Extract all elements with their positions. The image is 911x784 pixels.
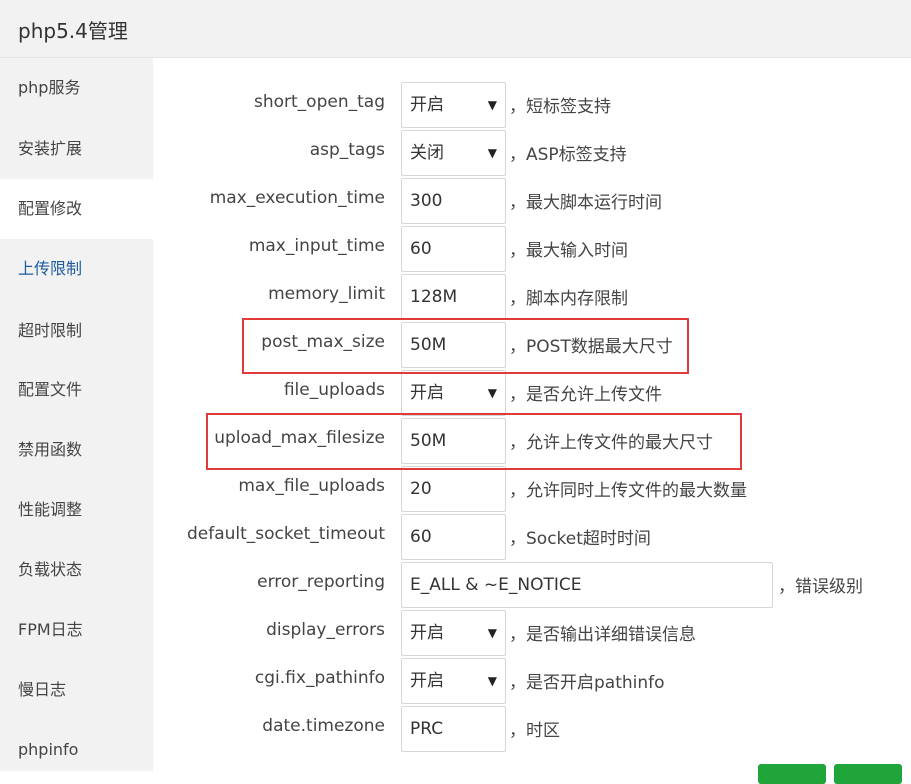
setting-row-date-timezone: date.timezone PRC ，时区 (153, 706, 911, 754)
sidebar-item-php-service[interactable]: php服务 (0, 58, 153, 118)
file-uploads-select[interactable]: 开启 ▼ (401, 370, 506, 416)
default-socket-timeout-input[interactable]: 60 (401, 514, 506, 560)
setting-label: error_reporting (257, 572, 385, 592)
chevron-down-icon: ▼ (487, 626, 497, 640)
sidebar-item-performance[interactable]: 性能调整 (0, 480, 153, 540)
setting-row-max-file-uploads: max_file_uploads 20 ，允许同时上传文件的最大数量 (153, 466, 911, 514)
setting-description: ，允许上传文件的最大尺寸 (509, 433, 713, 453)
setting-row-upload-max-filesize: upload_max_filesize 50M ，允许上传文件的最大尺寸 (153, 418, 911, 466)
sidebar-item-disabled-functions[interactable]: 禁用函数 (0, 420, 153, 480)
setting-description: ，是否输出详细错误信息 (509, 625, 696, 645)
sidebar-item-label: 配置修改 (18, 199, 83, 218)
select-value: 开启 (410, 671, 444, 691)
post-max-size-input[interactable]: 50M (401, 322, 506, 368)
cgi-fix-pathinfo-select[interactable]: 开启 ▼ (401, 658, 506, 704)
setting-description: ，Socket超时时间 (509, 529, 651, 549)
save-button[interactable] (758, 764, 826, 784)
window-header: php5.4管理 (0, 0, 911, 58)
sidebar-item-label: 安装扩展 (18, 139, 83, 158)
select-value: 开启 (410, 383, 444, 403)
setting-description: ，短标签支持 (509, 97, 611, 117)
setting-row-memory-limit: memory_limit 128M ，脚本内存限制 (153, 274, 911, 322)
sidebar-item-label: FPM日志 (18, 620, 83, 639)
sidebar-item-label: 配置文件 (18, 380, 83, 399)
setting-description: ，最大脚本运行时间 (509, 193, 662, 213)
setting-description: ，POST数据最大尺寸 (509, 337, 673, 357)
setting-row-short-open-tag: short_open_tag 开启 ▼ ，短标签支持 (153, 82, 911, 130)
setting-label: post_max_size (261, 332, 385, 352)
setting-label: date.timezone (262, 716, 385, 736)
action-button[interactable] (834, 764, 902, 784)
sidebar-item-config-file[interactable]: 配置文件 (0, 360, 153, 420)
setting-label: cgi.fix_pathinfo (254, 668, 385, 688)
window-title: php5.4管理 (18, 19, 128, 43)
setting-label: short_open_tag (254, 92, 385, 112)
chevron-down-icon: ▼ (487, 386, 497, 400)
sidebar-nav: php服务 安装扩展 配置修改 上传限制 超时限制 配置文件 禁用函数 性能调整… (0, 58, 153, 771)
memory-limit-input[interactable]: 128M (401, 274, 506, 320)
chevron-down-icon: ▼ (487, 674, 497, 688)
upload-max-filesize-input[interactable]: 50M (401, 418, 506, 464)
max-execution-time-input[interactable]: 300 (401, 178, 506, 224)
sidebar-item-label: 性能调整 (18, 500, 83, 519)
setting-row-post-max-size: post_max_size 50M ，POST数据最大尺寸 (153, 322, 911, 370)
sidebar-item-upload-limit[interactable]: 上传限制 (0, 239, 153, 299)
sidebar-item-label: php服务 (18, 78, 81, 97)
max-input-time-input[interactable]: 60 (401, 226, 506, 272)
select-value: 关闭 (410, 143, 444, 163)
asp-tags-select[interactable]: 关闭 ▼ (401, 130, 506, 176)
sidebar-item-slow-log[interactable]: 慢日志 (0, 660, 153, 720)
setting-description: ，允许同时上传文件的最大数量 (509, 481, 747, 501)
chevron-down-icon: ▼ (487, 146, 497, 160)
max-file-uploads-input[interactable]: 20 (401, 466, 506, 512)
setting-label: memory_limit (268, 284, 385, 304)
sidebar-item-load-status[interactable]: 负载状态 (0, 540, 153, 600)
setting-row-file-uploads: file_uploads 开启 ▼ ，是否允许上传文件 (153, 370, 911, 418)
short-open-tag-select[interactable]: 开启 ▼ (401, 82, 506, 128)
setting-row-error-reporting: error_reporting E_ALL & ~E_NOTICE ，错误级别 (153, 562, 911, 610)
setting-row-asp-tags: asp_tags 关闭 ▼ ，ASP标签支持 (153, 130, 911, 178)
sidebar-item-label: 超时限制 (18, 321, 83, 340)
sidebar-item-config-edit[interactable]: 配置修改 (0, 179, 153, 239)
chevron-down-icon: ▼ (487, 98, 497, 112)
setting-row-cgi-fix-pathinfo: cgi.fix_pathinfo 开启 ▼ ，是否开启pathinfo (153, 658, 911, 706)
setting-label: max_input_time (248, 236, 385, 256)
sidebar-item-phpinfo[interactable]: phpinfo (0, 720, 153, 780)
config-form: short_open_tag 开启 ▼ ，短标签支持 asp_tags 关闭 ▼… (153, 58, 911, 771)
setting-row-max-execution-time: max_execution_time 300 ，最大脚本运行时间 (153, 178, 911, 226)
setting-description: ，ASP标签支持 (509, 145, 627, 165)
setting-label: upload_max_filesize (214, 428, 385, 448)
setting-label: max_file_uploads (238, 476, 385, 496)
sidebar-item-install-extensions[interactable]: 安装扩展 (0, 119, 153, 179)
setting-description: ，时区 (509, 721, 560, 741)
setting-description: ，最大输入时间 (509, 241, 628, 261)
setting-label: display_errors (266, 620, 385, 640)
setting-row-max-input-time: max_input_time 60 ，最大输入时间 (153, 226, 911, 274)
setting-description: ，是否允许上传文件 (509, 385, 662, 405)
sidebar-item-label: phpinfo (18, 740, 79, 759)
setting-description: ，是否开启pathinfo (509, 673, 665, 693)
sidebar-item-label: 上传限制 (18, 259, 83, 278)
display-errors-select[interactable]: 开启 ▼ (401, 610, 506, 656)
setting-label: file_uploads (283, 380, 385, 400)
setting-row-default-socket-timeout: default_socket_timeout 60 ，Socket超时时间 (153, 514, 911, 562)
select-value: 开启 (410, 95, 444, 115)
setting-description: ，错误级别 (778, 577, 863, 597)
setting-label: asp_tags (309, 140, 385, 160)
select-value: 开启 (410, 623, 444, 643)
error-reporting-input[interactable]: E_ALL & ~E_NOTICE (401, 562, 773, 608)
setting-description: ，脚本内存限制 (509, 289, 628, 309)
sidebar-item-timeout-limit[interactable]: 超时限制 (0, 301, 153, 361)
sidebar-item-label: 慢日志 (18, 680, 67, 699)
setting-row-display-errors: display_errors 开启 ▼ ，是否输出详细错误信息 (153, 610, 911, 658)
setting-label: max_execution_time (209, 188, 385, 208)
date-timezone-input[interactable]: PRC (401, 706, 506, 752)
sidebar-item-fpm-log[interactable]: FPM日志 (0, 600, 153, 660)
sidebar-item-label: 禁用函数 (18, 440, 83, 459)
sidebar-item-label: 负载状态 (18, 560, 83, 579)
setting-label: default_socket_timeout (186, 524, 385, 544)
